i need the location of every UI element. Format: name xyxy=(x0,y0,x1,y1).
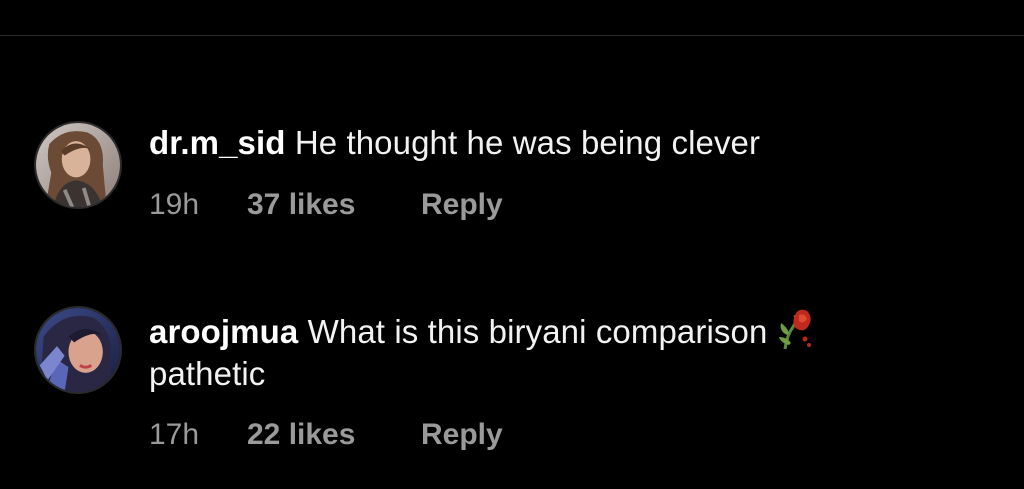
avatar[interactable] xyxy=(34,121,122,209)
comment-text: What is this biryani comparison xyxy=(307,313,768,350)
top-divider xyxy=(0,35,1024,36)
comment-text-block: dr.m_sid He thought he was being clever xyxy=(149,122,969,164)
comment-text-block: aroojmua What is this biryani comparison… xyxy=(149,305,969,395)
comment-text: He thought he was being clever xyxy=(294,124,761,161)
avatar-photo xyxy=(36,123,120,207)
comment-timestamp: 17h xyxy=(149,418,200,451)
comment-likes[interactable]: 22 likes xyxy=(247,418,421,452)
comment-meta: 19h 37 likes Reply xyxy=(149,188,503,222)
comment-likes[interactable]: 37 likes xyxy=(247,188,421,222)
reply-button[interactable]: Reply xyxy=(421,418,503,452)
avatar-photo xyxy=(36,308,120,392)
wilted-rose-icon xyxy=(779,309,812,350)
comment-text-continued: pathetic xyxy=(149,355,266,392)
avatar[interactable] xyxy=(34,306,122,394)
comment-meta: 17h 22 likes Reply xyxy=(149,418,503,452)
reply-button[interactable]: Reply xyxy=(421,188,503,222)
comment-timestamp: 19h xyxy=(149,188,200,221)
comment-username[interactable]: aroojmua xyxy=(149,313,298,350)
comment-username[interactable]: dr.m_sid xyxy=(149,124,286,161)
